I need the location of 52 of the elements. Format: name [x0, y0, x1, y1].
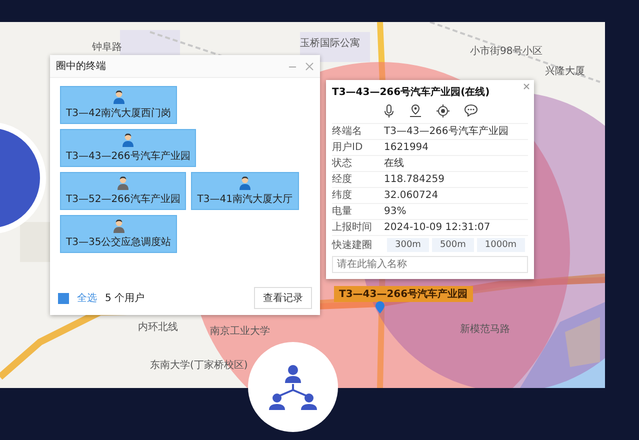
- location-pin-icon[interactable]: [408, 104, 422, 118]
- microphone-icon[interactable]: [382, 104, 394, 118]
- field-label: 快速建圈: [332, 238, 373, 252]
- radius-button[interactable]: 500m: [432, 238, 474, 252]
- radius-button[interactable]: 1000m: [476, 238, 525, 252]
- field-label: 纬度: [332, 189, 353, 202]
- field-label: 经度: [332, 173, 353, 186]
- map-label: 内环北线: [138, 320, 178, 334]
- chat-icon[interactable]: [464, 104, 478, 117]
- terminal-name: T3—43—266号汽车产业园: [66, 150, 190, 163]
- map-label: 南京工业大学: [210, 324, 270, 338]
- terminal-name: T3—42南汽大厦西门岗: [66, 106, 172, 120]
- map-label: 新模范马路: [460, 322, 510, 336]
- field-value: 1621994: [384, 141, 429, 154]
- user-hierarchy-icon: [267, 363, 319, 411]
- terminal-name: T3—52—266汽车产业园: [66, 192, 180, 206]
- field-label: 上报时间: [332, 221, 373, 234]
- field-value: 93%: [384, 205, 406, 218]
- select-all-label[interactable]: 全选: [77, 291, 97, 305]
- map-label: 玉桥国际公寓: [300, 36, 360, 50]
- map-label: 兴隆大厦: [545, 64, 585, 78]
- terminal-name: T3—41南汽大厦大厅: [197, 192, 292, 206]
- popup-title: T3—43—266号汽车产业园(在线): [332, 85, 491, 99]
- target-icon[interactable]: [436, 104, 450, 118]
- terminal-tile[interactable]: T3—35公交应急调度站: [60, 215, 178, 253]
- radius-button[interactable]: 300m: [387, 238, 429, 252]
- terminal-tile[interactable]: T3—41南汽大厦大厅: [191, 172, 298, 210]
- terminal-tile[interactable]: T3—43—266号汽车产业园: [60, 129, 196, 167]
- field-value: 118.784259: [384, 173, 444, 186]
- terminal-tile[interactable]: T3—42南汽大厦西门岗: [60, 86, 178, 124]
- field-value: 2024-10-09 12:31:07: [384, 221, 490, 234]
- field-label: 终端名: [332, 125, 363, 138]
- close-icon[interactable]: [523, 83, 530, 90]
- field-value: 在线: [384, 157, 404, 170]
- terminal-name: T3—35公交应急调度站: [66, 236, 172, 249]
- terminal-tile[interactable]: T3—52—266汽车产业园: [60, 172, 186, 210]
- map-label: 钟阜路: [92, 40, 122, 54]
- dialog-title: 圈中的终端: [56, 60, 106, 73]
- checkbox[interactable]: [58, 292, 69, 304]
- field-label: 电量: [332, 205, 353, 218]
- name-input-field[interactable]: 请在此输入名称: [332, 256, 528, 273]
- map-label: 东南大学(丁家桥校区): [150, 358, 248, 372]
- marker-label: T3—43—266号汽车产业园: [334, 286, 473, 302]
- map-label: 小市街98号小区: [470, 44, 543, 58]
- field-value: T3—43—266号汽车产业园: [384, 125, 508, 138]
- field-label: 用户ID: [332, 141, 364, 154]
- field-label: 状态: [332, 157, 353, 170]
- close-icon[interactable]: [305, 62, 314, 70]
- field-value: 32.060724: [384, 189, 438, 202]
- user-count: 5 个用户: [105, 292, 145, 305]
- map-marker-icon[interactable]: [375, 301, 385, 314]
- view-records-button[interactable]: 查看记录: [254, 287, 312, 309]
